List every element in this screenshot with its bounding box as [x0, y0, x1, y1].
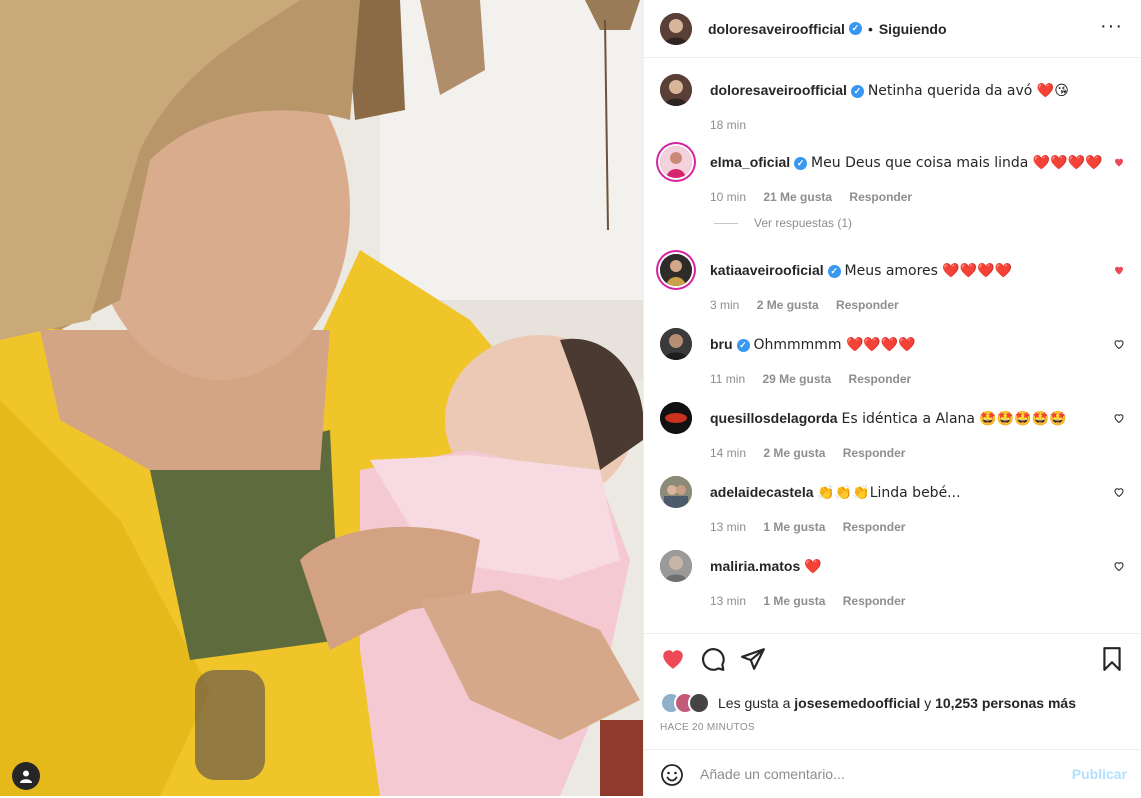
liker-avatar[interactable]	[688, 692, 710, 714]
comment-input[interactable]: Añade un comentario...	[700, 766, 845, 782]
comment-time: 10 min	[710, 190, 747, 204]
view-replies-label[interactable]: Ver respuestas (1)	[754, 216, 852, 230]
post-timestamp[interactable]: HACE 20 MINUTOS	[660, 722, 755, 733]
publish-button[interactable]: Publicar	[1072, 766, 1127, 782]
post-actions: Les gusta a josesemedoofficial y 10,253 …	[644, 633, 1141, 797]
reply-button[interactable]: Responder	[836, 298, 899, 312]
reply-button[interactable]: Responder	[843, 520, 906, 534]
comment-time: 11 min	[710, 372, 746, 386]
liker-avatars	[660, 692, 710, 714]
verified-icon: ✓	[794, 157, 808, 170]
likes-joiner: y	[924, 695, 932, 711]
avatar-image	[660, 146, 692, 178]
avatar-image	[660, 550, 692, 582]
comment-time: 13 min	[710, 520, 747, 534]
author-username[interactable]: doloresaveiroofficial	[708, 21, 845, 37]
caption-username[interactable]: doloresaveiroofficial	[710, 82, 847, 98]
comment-likes[interactable]: 1 Me gusta	[763, 594, 825, 608]
avatar-image	[660, 74, 692, 106]
post-panel: doloresaveiroofficial ✓ • Siguiendo ··· …	[643, 0, 1141, 796]
comment-likes[interactable]: 21 Me gusta	[763, 190, 832, 204]
comment-username[interactable]: adelaidecastela	[710, 484, 814, 500]
liker-username[interactable]: josesemedoofficial	[794, 695, 920, 711]
comment-text: Meus amores ❤️❤️❤️❤️	[844, 263, 1013, 279]
verified-icon: ✓	[850, 85, 864, 98]
comment-text: ❤️	[804, 559, 822, 575]
avatar-image	[660, 476, 692, 508]
reply-button[interactable]: Responder	[849, 190, 912, 204]
avatar-image	[660, 12, 692, 45]
comment-time: 3 min	[710, 298, 740, 312]
post-header: doloresaveiroofficial ✓ • Siguiendo ···	[644, 0, 1141, 58]
comment-like-icon[interactable]	[1113, 560, 1125, 572]
caption-avatar[interactable]	[660, 74, 692, 106]
comment-username[interactable]: maliria.matos	[710, 558, 800, 574]
verified-icon: ✓	[736, 339, 750, 352]
emoji-icon[interactable]	[660, 763, 684, 787]
reply-button[interactable]: Responder	[843, 594, 906, 608]
caption-text: Netinha querida da avó ❤️😘	[867, 83, 1069, 99]
comment-text: Ohmmmmm ❤️❤️❤️❤️	[753, 337, 916, 353]
likes-summary: Les gusta a josesemedoofficial y 10,253 …	[660, 692, 1076, 714]
avatar-image	[660, 328, 692, 360]
comment-username[interactable]: quesillosdelagorda	[710, 410, 838, 426]
comment-avatar[interactable]	[660, 402, 692, 434]
comment-likes[interactable]: 1 Me gusta	[763, 520, 825, 534]
comment-likes[interactable]: 2 Me gusta	[763, 446, 825, 460]
author-avatar[interactable]	[660, 12, 692, 45]
comment-icon[interactable]	[700, 646, 726, 672]
avatar-image	[660, 254, 692, 286]
comment-text: Meu Deus que coisa mais linda ❤️❤️❤️❤️	[811, 155, 1103, 171]
comment-time: 13 min	[710, 594, 747, 608]
avatar-image	[660, 402, 692, 434]
likes-prefix: Les gusta a	[718, 695, 791, 711]
comment-avatar[interactable]	[660, 550, 692, 582]
comment-like-icon[interactable]	[1113, 338, 1125, 350]
comments-list[interactable]: doloresaveiroofficial ✓ Netinha querida d…	[644, 58, 1141, 633]
likes-others[interactable]: 10,253 personas más	[935, 695, 1076, 711]
comment-like-icon[interactable]	[1113, 156, 1125, 168]
comment-username[interactable]: bru	[710, 336, 733, 352]
user-tag-button[interactable]	[12, 762, 40, 790]
comment-avatar[interactable]	[660, 254, 692, 286]
reply-button[interactable]: Responder	[849, 372, 912, 386]
comment-like-icon[interactable]	[1113, 412, 1125, 424]
comment-likes[interactable]: 2 Me gusta	[757, 298, 819, 312]
user-tag-icon	[20, 770, 32, 783]
comment-avatar[interactable]	[660, 476, 692, 508]
reply-button[interactable]: Responder	[843, 446, 906, 460]
comment-like-icon[interactable]	[1113, 486, 1125, 498]
view-replies-button[interactable]: Ver respuestas (1)	[714, 216, 852, 230]
caption-time: 18 min	[710, 118, 747, 132]
heart-icon[interactable]	[660, 646, 686, 672]
comment-likes[interactable]: 29 Me gusta	[762, 372, 831, 386]
comment-avatar[interactable]	[660, 146, 692, 178]
photo-illustration	[0, 0, 643, 796]
comment-username[interactable]: katiaaveirooficial	[710, 262, 824, 278]
replies-line	[714, 222, 738, 224]
comment-time: 14 min	[710, 446, 747, 460]
comment-text: Es idéntica a Alana 🤩🤩🤩🤩🤩	[841, 411, 1067, 427]
verified-icon: ✓	[848, 22, 862, 35]
comment-text: 👏👏👏Linda bebé...	[817, 485, 961, 501]
post-photo[interactable]	[0, 0, 643, 796]
comment-like-icon[interactable]	[1113, 264, 1125, 276]
verified-icon: ✓	[827, 265, 841, 278]
follow-status-button[interactable]: Siguiendo	[879, 21, 947, 37]
more-options-icon[interactable]: ···	[1100, 16, 1123, 36]
comment-username[interactable]: elma_oficial	[710, 154, 790, 170]
comment-avatar[interactable]	[660, 328, 692, 360]
share-icon[interactable]	[740, 646, 766, 672]
add-comment-bar: Añade un comentario... Publicar	[644, 749, 1141, 798]
separator-dot: •	[867, 20, 873, 37]
bookmark-icon[interactable]	[1099, 646, 1125, 672]
